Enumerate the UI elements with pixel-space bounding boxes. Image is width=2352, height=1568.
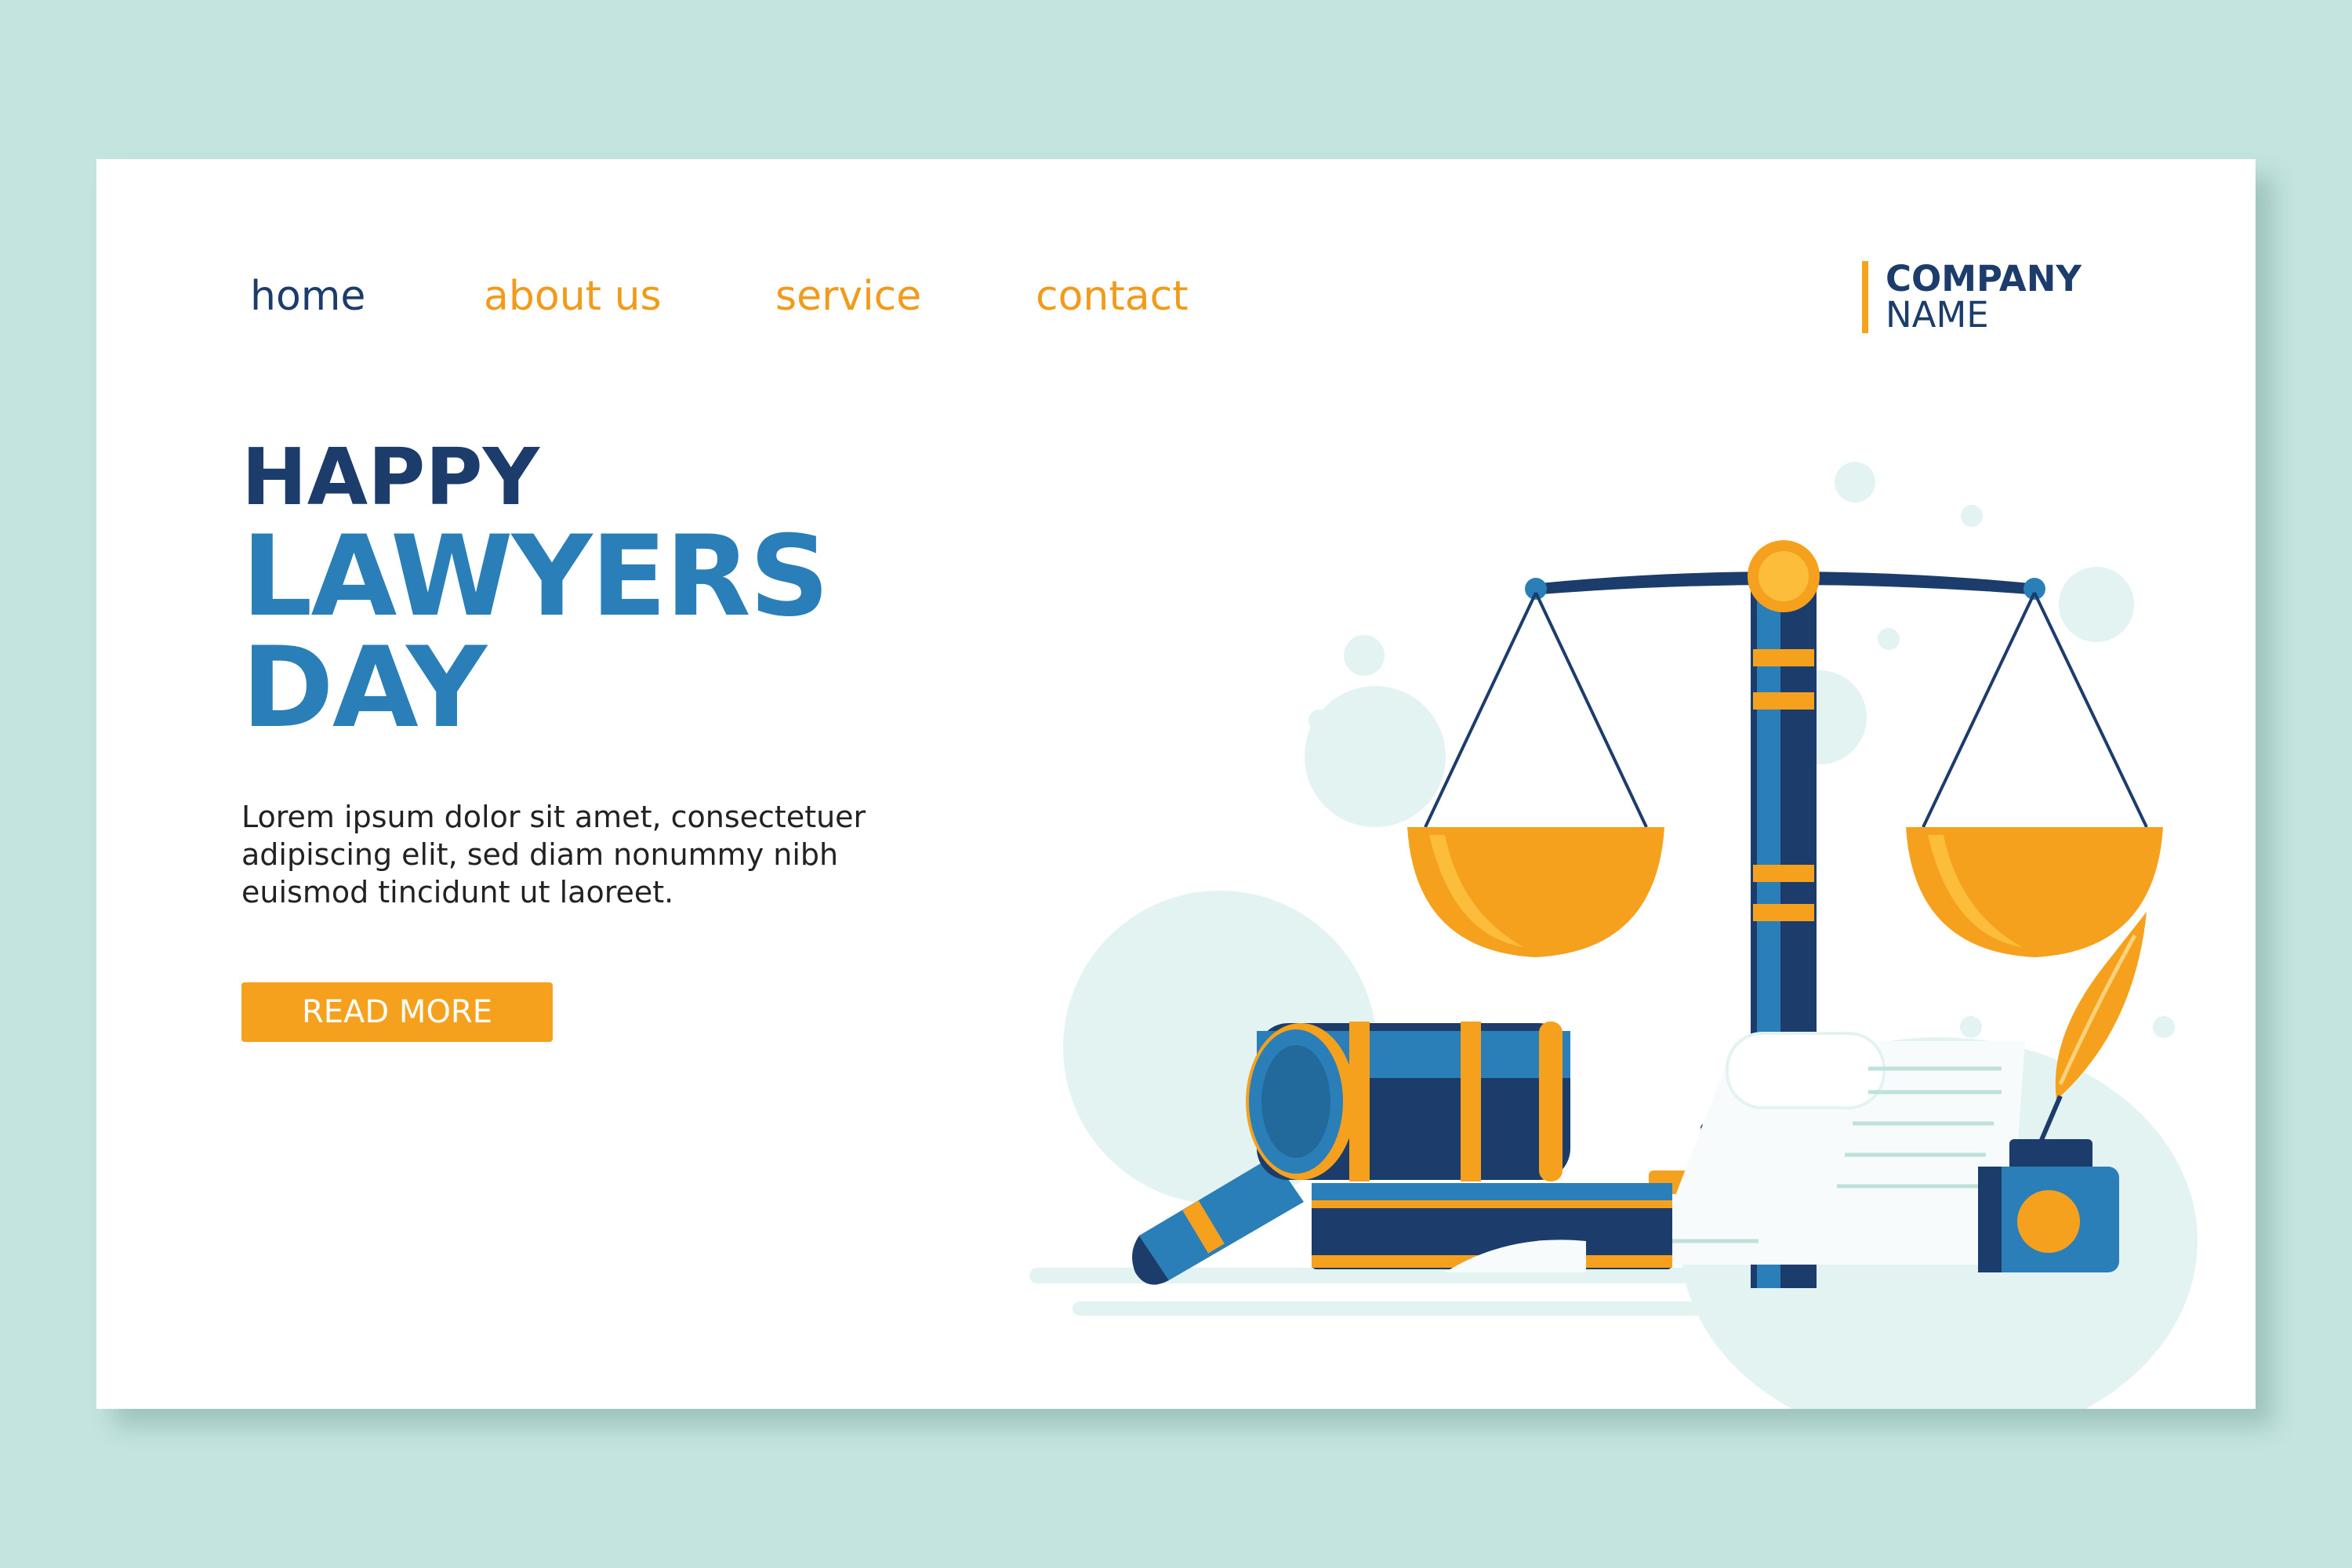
landing-page-card: home about us service contact COMPANY NA… [96, 159, 2256, 1409]
law-book-icon [1312, 1183, 1672, 1272]
law-illustration [1029, 462, 2198, 1409]
